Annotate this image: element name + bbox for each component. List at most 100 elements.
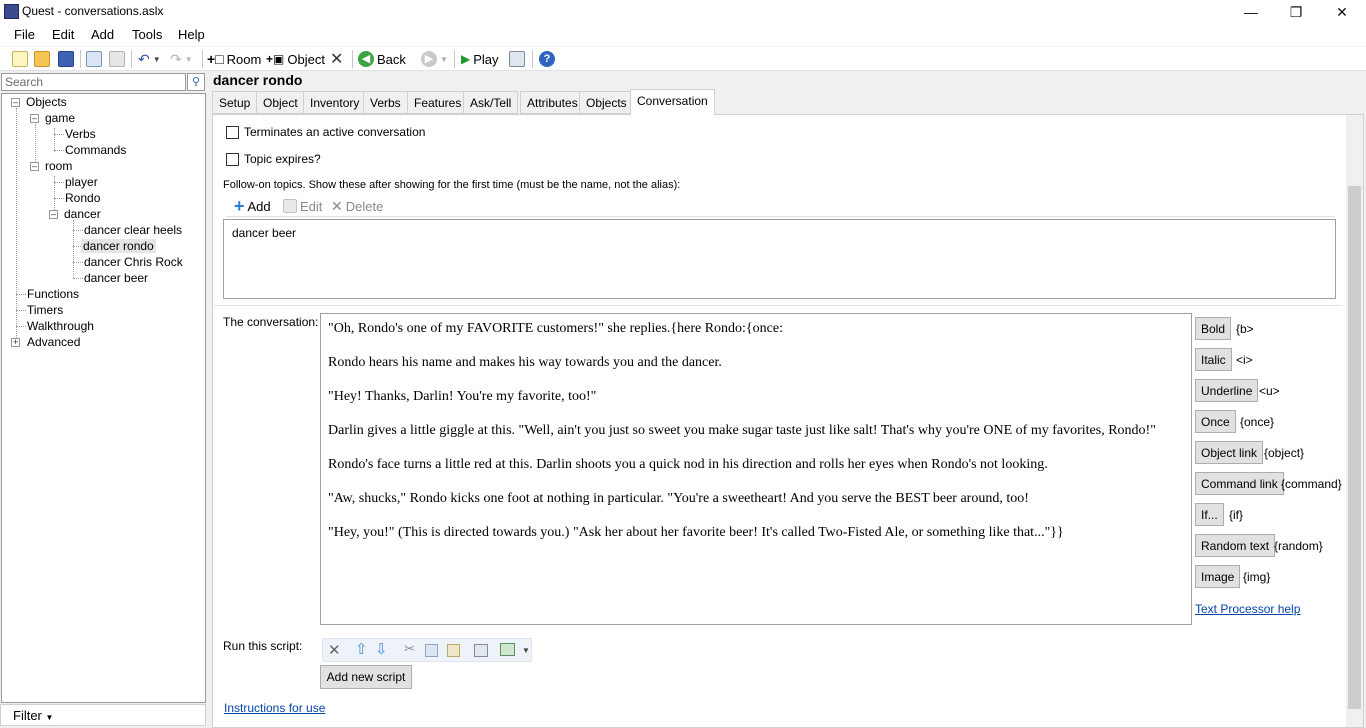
- instructions-link[interactable]: Instructions for use: [224, 701, 325, 715]
- tree-node-commands[interactable]: Commands: [63, 143, 128, 157]
- underline-button[interactable]: Underline: [1195, 379, 1259, 402]
- tab-setup[interactable]: Setup: [212, 91, 258, 114]
- maximize-button[interactable]: ❐: [1273, 0, 1319, 24]
- collapse-objects-icon[interactable]: –: [11, 98, 20, 107]
- conversation-textarea[interactable]: "Oh, Rondo's one of my FAVORITE customer…: [320, 313, 1192, 625]
- help-button[interactable]: ?: [539, 49, 555, 69]
- tree-node-dancer-clear-heels[interactable]: dancer clear heels: [82, 223, 184, 237]
- back-button[interactable]: ◀ Back: [358, 49, 406, 69]
- cut-icon[interactable]: ✂: [404, 641, 415, 657]
- tree-node-walkthrough[interactable]: Walkthrough: [25, 319, 96, 333]
- list-delete-label: Delete: [345, 198, 384, 214]
- once-button[interactable]: Once: [1195, 410, 1236, 433]
- scrollbar-thumb[interactable]: [1348, 186, 1361, 709]
- bold-button[interactable]: Bold: [1195, 317, 1232, 340]
- tree-node-player[interactable]: player: [63, 175, 100, 189]
- tree-node-dancer-beer[interactable]: dancer beer: [82, 271, 150, 285]
- tab-attributes[interactable]: Attributes: [520, 91, 585, 114]
- object-link-code: {object}: [1264, 446, 1305, 460]
- image-code: {img}: [1243, 570, 1271, 584]
- code-view-button[interactable]: [509, 49, 525, 69]
- play-button[interactable]: ▶ Play: [461, 49, 499, 69]
- list-delete-button[interactable]: ✕ Delete: [331, 196, 383, 216]
- tree-node-dancer-chris-rock[interactable]: dancer Chris Rock: [82, 255, 185, 269]
- minimize-button[interactable]: —: [1228, 0, 1274, 24]
- paste-button[interactable]: [109, 49, 125, 69]
- command-link-button[interactable]: Command link: [1195, 472, 1284, 495]
- tree-node-dancer[interactable]: dancer: [62, 207, 103, 221]
- close-button[interactable]: ✕: [1319, 0, 1365, 24]
- paste-icon[interactable]: [447, 644, 460, 657]
- tree-node-rondo[interactable]: Rondo: [63, 191, 102, 205]
- tab-ask-tell[interactable]: Ask/Tell: [463, 91, 519, 114]
- redo-button[interactable]: ↷ ▼: [170, 49, 193, 69]
- open-button[interactable]: [34, 49, 50, 69]
- search-input[interactable]: Search: [1, 73, 186, 91]
- forward-button[interactable]: ▶ ▼: [421, 49, 448, 69]
- tree-node-objects[interactable]: Objects: [24, 95, 69, 109]
- tab-features[interactable]: Features: [407, 91, 469, 114]
- move-down-icon[interactable]: ⇩: [375, 640, 388, 658]
- menu-tools[interactable]: Tools: [132, 27, 162, 42]
- add-room-button[interactable]: +□ Room: [207, 49, 261, 69]
- undo-button[interactable]: ↶ ▼: [138, 49, 161, 69]
- menu-file[interactable]: File: [14, 27, 35, 42]
- code-view-icon[interactable]: [474, 644, 488, 657]
- random-text-button[interactable]: Random text: [1195, 534, 1276, 557]
- tree-node-verbs[interactable]: Verbs: [63, 127, 98, 141]
- object-tree[interactable]: – Objects – game Verbs Commands – room p…: [1, 93, 206, 703]
- if-button[interactable]: If...: [1195, 503, 1224, 526]
- delete-button[interactable]: ✕: [330, 49, 343, 69]
- expand-advanced-icon[interactable]: +: [11, 338, 20, 347]
- tab-conversation[interactable]: Conversation: [630, 89, 715, 115]
- open-folder-icon: [34, 51, 50, 67]
- tree-node-functions[interactable]: Functions: [25, 287, 81, 301]
- popout-icon[interactable]: [500, 643, 515, 656]
- copy-button[interactable]: [86, 49, 102, 69]
- collapse-dancer-icon[interactable]: –: [49, 210, 58, 219]
- move-up-icon[interactable]: ⇧: [355, 640, 368, 658]
- filter-dropdown[interactable]: Filter ▼: [0, 704, 206, 726]
- menu-edit[interactable]: Edit: [52, 27, 74, 42]
- tree-node-advanced[interactable]: Advanced: [25, 335, 82, 349]
- italic-button[interactable]: Italic: [1195, 348, 1232, 371]
- tab-inventory[interactable]: Inventory: [303, 91, 367, 114]
- copy-icon[interactable]: [425, 644, 438, 657]
- window-title: Quest - conversations.aslx: [22, 4, 164, 18]
- tree-node-room[interactable]: room: [43, 159, 74, 173]
- tab-object[interactable]: Object: [256, 91, 305, 114]
- title-bar: Quest - conversations.aslx — ❐ ✕: [0, 0, 1366, 24]
- menu-help[interactable]: Help: [178, 27, 205, 42]
- terminates-checkbox[interactable]: [226, 126, 239, 139]
- menu-add[interactable]: Add: [91, 27, 114, 42]
- code-view-icon: [509, 51, 525, 67]
- followon-list[interactable]: dancer beer: [223, 219, 1336, 299]
- image-button[interactable]: Image: [1195, 565, 1241, 588]
- tab-objects[interactable]: Objects: [579, 91, 634, 114]
- search-button[interactable]: ⚲: [187, 73, 205, 91]
- text-processor-help-link[interactable]: Text Processor help: [1195, 602, 1300, 616]
- topic-expires-checkbox[interactable]: [226, 153, 239, 166]
- delete-x-icon[interactable]: ✕: [328, 641, 341, 659]
- object-link-button[interactable]: Object link: [1195, 441, 1264, 464]
- collapse-game-icon[interactable]: –: [30, 114, 39, 123]
- convo-paragraph: "Aw, shucks," Rondo kicks one foot at no…: [328, 491, 1029, 506]
- menu-bar: File Edit Add Tools Help: [0, 24, 1366, 46]
- collapse-room-icon[interactable]: –: [30, 162, 39, 171]
- tree-node-game[interactable]: game: [43, 111, 77, 125]
- list-item[interactable]: dancer beer: [232, 226, 1327, 240]
- list-edit-button[interactable]: Edit: [283, 196, 322, 216]
- save-disk-icon: [58, 51, 74, 67]
- tab-verbs[interactable]: Verbs: [363, 91, 408, 114]
- list-add-button[interactable]: + Add: [234, 196, 271, 216]
- tree-node-dancer-rondo[interactable]: dancer rondo: [81, 239, 156, 253]
- tree-line: [54, 128, 55, 152]
- new-button[interactable]: [12, 49, 28, 69]
- restore-icon: ❐: [1289, 3, 1303, 20]
- tree-node-timers[interactable]: Timers: [25, 303, 65, 317]
- save-button[interactable]: [58, 49, 74, 69]
- add-new-script-button[interactable]: Add new script: [320, 665, 412, 689]
- plus-object-icon: +▣: [266, 52, 285, 66]
- chevron-down-icon[interactable]: ▼: [522, 646, 530, 655]
- add-object-button[interactable]: +▣ Object: [266, 49, 325, 69]
